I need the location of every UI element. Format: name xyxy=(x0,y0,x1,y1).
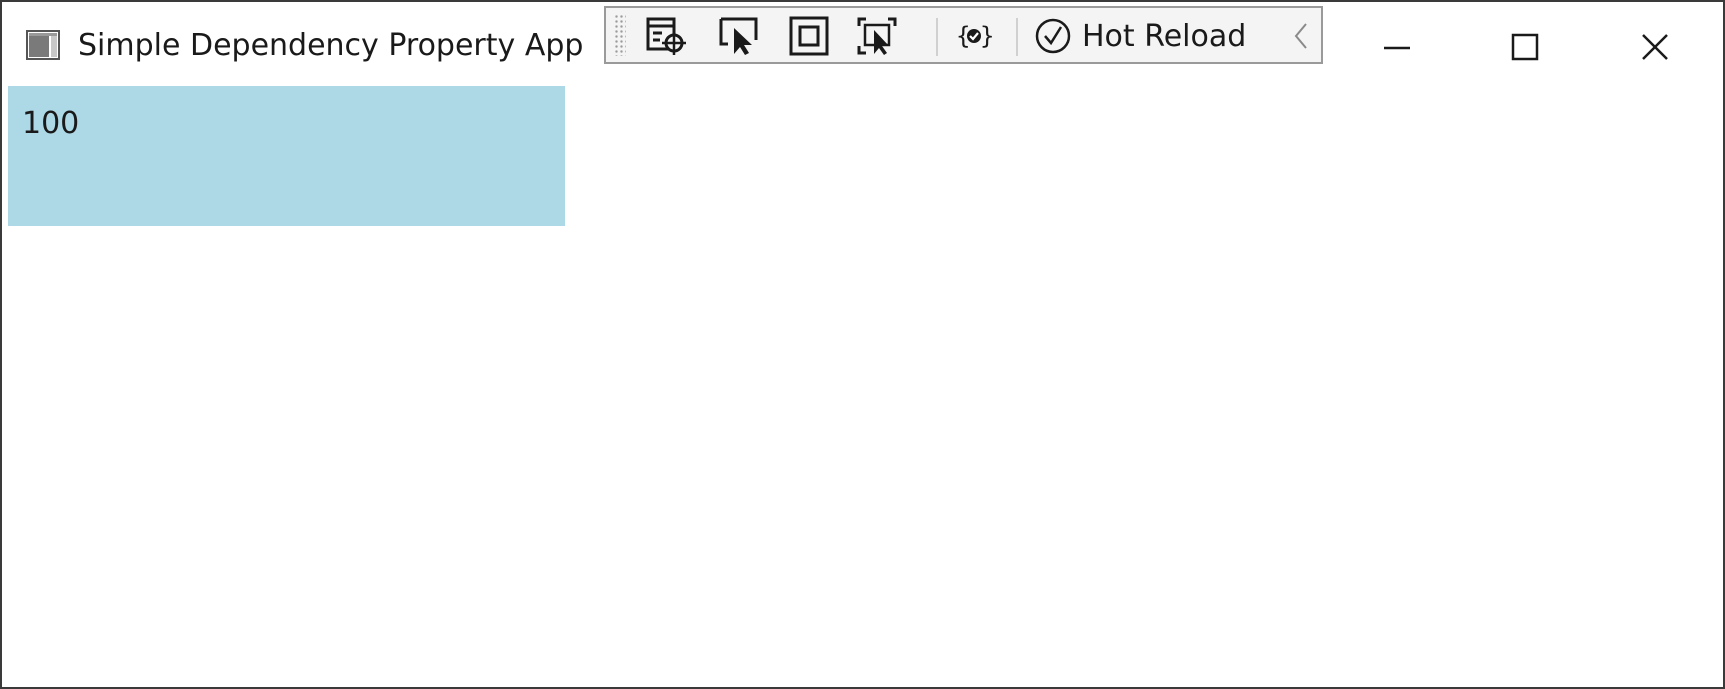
hot-reload-label: Hot Reload xyxy=(1082,18,1247,54)
select-element-button[interactable] xyxy=(716,14,764,58)
binding-failures-button[interactable]: { } xyxy=(950,14,998,58)
maximize-button[interactable] xyxy=(1460,12,1590,82)
close-button[interactable] xyxy=(1590,12,1720,82)
binding-failures-icon: { } xyxy=(956,22,994,50)
collapse-toolbar-button[interactable] xyxy=(1286,14,1316,58)
value-text: 100 xyxy=(22,106,80,141)
chevron-left-icon xyxy=(1294,23,1307,49)
select-element-icon xyxy=(719,17,758,55)
xaml-debug-toolbar: { } Hot Reload xyxy=(604,6,1323,64)
title-bar[interactable]: Simple Dependency Property App {} Hot R… xyxy=(2,2,1723,86)
toolbar-separator xyxy=(936,18,938,56)
track-focus-button[interactable] xyxy=(854,14,902,58)
close-icon xyxy=(1642,34,1668,60)
value-display-box: 100 xyxy=(8,86,565,226)
display-layout-adorners-icon xyxy=(789,16,829,56)
window-title: Simple Dependency Property App xyxy=(78,28,584,63)
hot-reload-button[interactable]: Hot Reload xyxy=(1034,14,1246,58)
live-visual-tree-icon xyxy=(646,17,686,55)
checkmark-circle-icon xyxy=(1035,18,1071,54)
track-focus-icon xyxy=(857,17,897,55)
minimize-icon xyxy=(1384,46,1410,50)
toolbar-separator xyxy=(1016,18,1018,56)
toolbar-grip-handle[interactable] xyxy=(614,14,626,56)
layout-adorners-button[interactable] xyxy=(786,14,834,58)
minimize-button[interactable] xyxy=(1332,12,1462,82)
app-window: Simple Dependency Property App {} Hot R… xyxy=(0,0,1725,689)
svg-text:}: } xyxy=(980,22,994,50)
app-window-icon xyxy=(26,30,60,60)
maximize-icon xyxy=(1511,33,1539,61)
live-visual-tree-button[interactable] xyxy=(642,14,690,58)
